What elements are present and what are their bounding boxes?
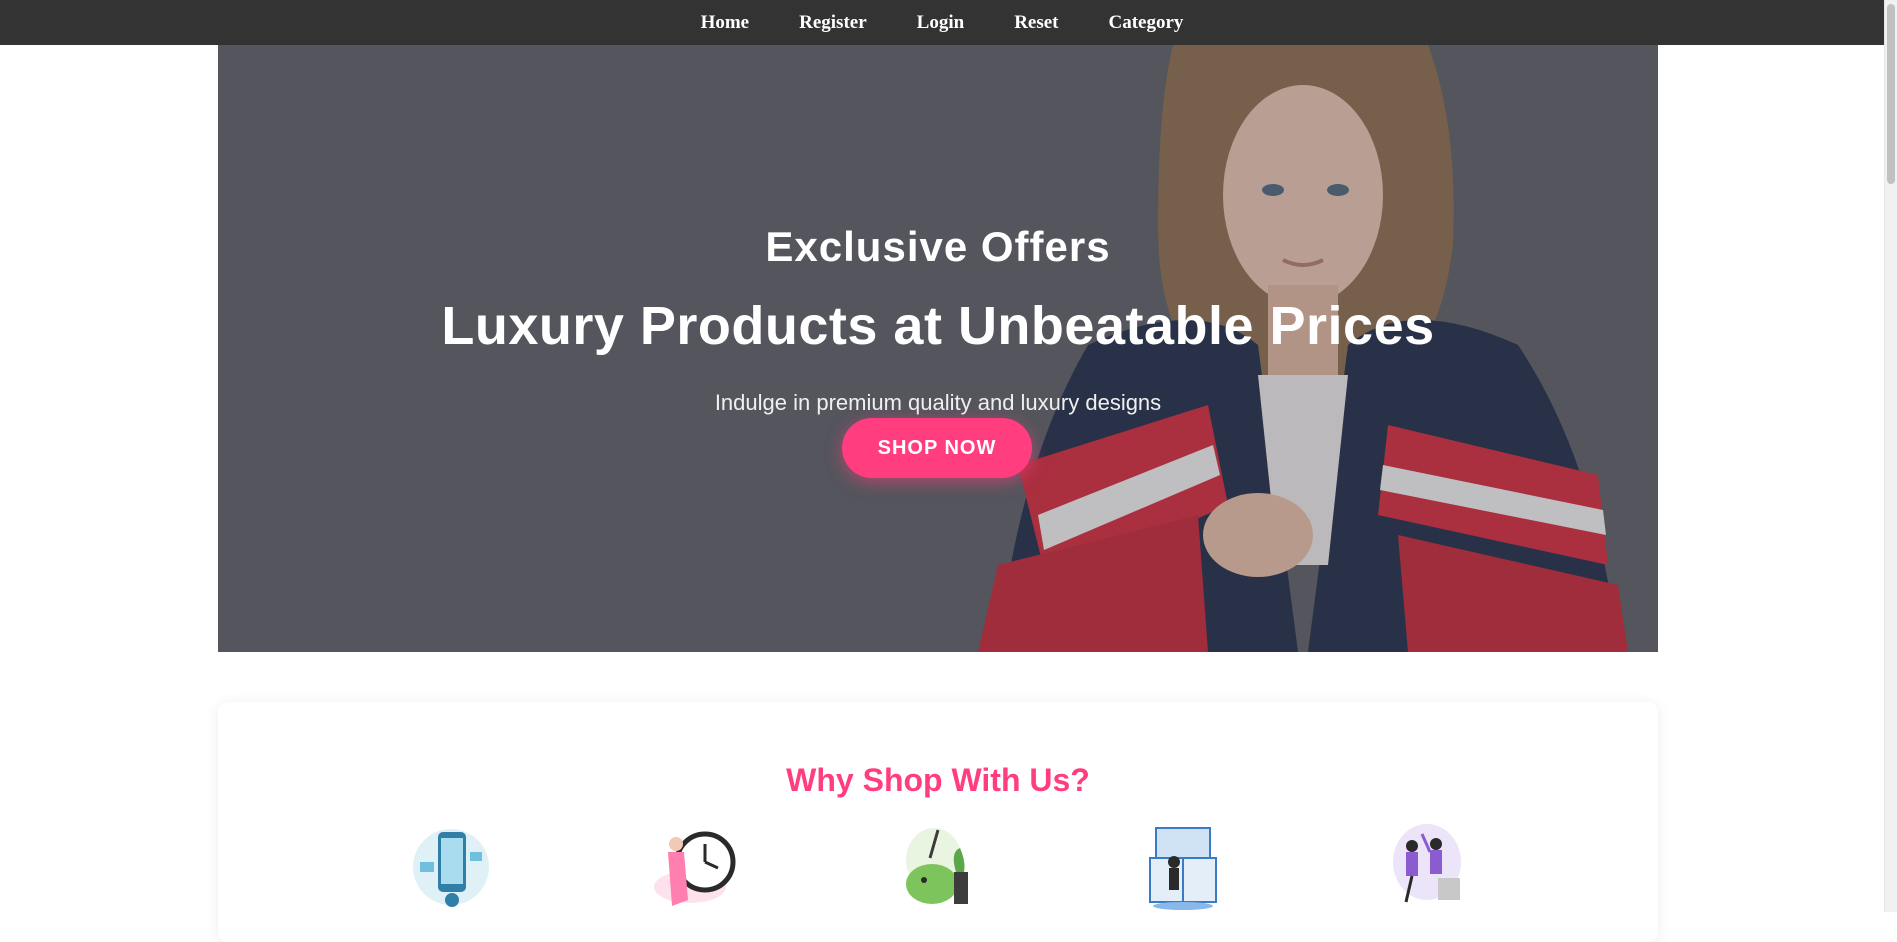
fast-delivery-clock-illustration-icon — [654, 831, 736, 906]
team-high-five-illustration-icon — [1393, 824, 1461, 903]
savings-piggy-bank-illustration-icon — [906, 828, 968, 904]
why-shop-section: Why Shop With Us? — [218, 702, 1658, 942]
hero-eyebrow: Exclusive Offers — [765, 223, 1111, 270]
shop-now-button[interactable]: SHOP NOW — [842, 418, 1032, 478]
scrollbar-thumb[interactable] — [1887, 4, 1895, 184]
mobile-shopping-illustration-icon — [413, 829, 489, 907]
hero-title: Luxury Products at Unbeatable Prices — [441, 296, 1435, 356]
nav-login-link[interactable]: Login — [892, 0, 990, 45]
nav-reset-link[interactable]: Reset — [989, 0, 1083, 45]
feature-icons-row — [218, 822, 1658, 912]
section-title: Why Shop With Us? — [786, 762, 1090, 798]
hero-subtitle: Indulge in premium quality and luxury de… — [714, 390, 1162, 415]
top-navigation: Home Register Login Reset Category — [0, 0, 1884, 45]
page-scrollbar[interactable] — [1884, 0, 1897, 912]
nav-register-link[interactable]: Register — [774, 0, 892, 45]
online-store-illustration-icon — [1149, 827, 1217, 910]
nav-home-link[interactable]: Home — [676, 0, 775, 45]
hero-content: Exclusive Offers Luxury Products at Unbe… — [218, 45, 1658, 652]
hero-banner: Exclusive Offers Luxury Products at Unbe… — [218, 45, 1658, 652]
nav-category-link[interactable]: Category — [1084, 0, 1209, 45]
